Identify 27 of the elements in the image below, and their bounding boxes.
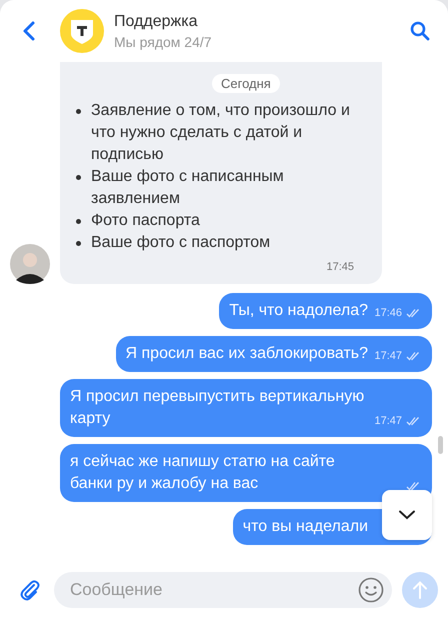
list-item: Ваше фото с паспортом <box>91 233 270 253</box>
paperclip-icon <box>18 578 42 602</box>
message-text: я сейчас же напишу статю на сайте банки ру и жалобу на вас <box>70 453 335 492</box>
scroll-down-button[interactable] <box>382 490 432 540</box>
message-text: Я просил перевыпустить вертикальную карту <box>70 388 364 427</box>
message-field[interactable]: Сообщение <box>54 572 392 608</box>
message-time: 17:47 <box>374 349 402 364</box>
text-input[interactable]: Сообщение <box>68 579 358 601</box>
bank-logo-icon <box>60 9 104 53</box>
list-item: Заявление о том, что произошло и что нужно сделать с датой и подписью <box>91 101 351 165</box>
date-chip: Сегодня <box>212 74 280 93</box>
message-time: 17:47 <box>374 414 402 429</box>
chat-title: Поддержка <box>114 12 198 30</box>
search-icon <box>410 21 430 41</box>
list-item: Фото паспорта <box>91 211 200 231</box>
message-time: 17:45 <box>326 260 354 275</box>
message-text: что вы наделали <box>242 518 368 535</box>
scrollbar[interactable] <box>438 436 443 454</box>
chevron-down-icon <box>398 510 416 520</box>
message-text: Я просил вас их заблокировать? <box>126 345 368 362</box>
chat-subtitle: Мы рядом 24/7 <box>114 34 213 50</box>
chevron-left-icon <box>22 20 36 42</box>
smiley-icon[interactable] <box>358 577 384 603</box>
message-text: Ты, что надолела? <box>229 302 368 319</box>
arrow-up-icon <box>412 580 428 600</box>
message-time: 17:46 <box>374 306 402 321</box>
list-item: Ваше фото с написанным заявлением <box>91 167 285 209</box>
